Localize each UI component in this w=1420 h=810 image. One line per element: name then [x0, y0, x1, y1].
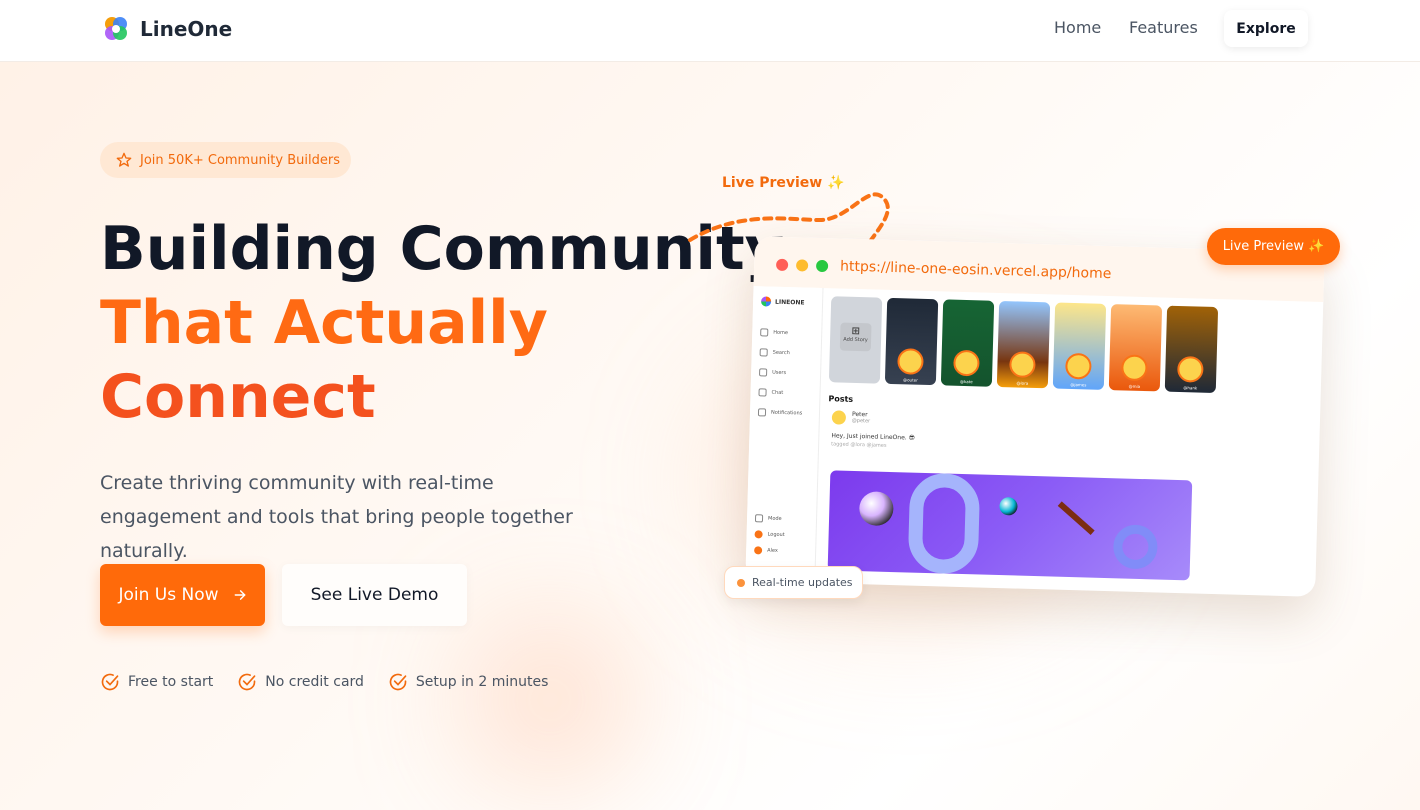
preview-sidebar: LINEONE Home Search Users Chat Notificat…: [745, 286, 824, 583]
browser-url: https://line-one-eosin.vercel.app/home: [839, 258, 1112, 283]
story-card: @mia: [1108, 304, 1163, 392]
avatar: [1177, 355, 1204, 383]
home-icon: [760, 328, 769, 337]
top-navbar: LineOne Home Features Explore: [0, 0, 1420, 62]
avatar: [1009, 351, 1036, 378]
arrow-right-icon: [234, 590, 245, 600]
preview-sidebar-item: Mode: [754, 514, 782, 523]
preview-logo: LINEONE: [760, 296, 805, 307]
live-preview-pill: Live Preview ✨: [1207, 228, 1340, 265]
check-circle-icon: [101, 673, 119, 691]
avatar: [1121, 354, 1148, 382]
nav-home-link[interactable]: Home: [1054, 18, 1101, 37]
add-story-card: ⊞ Add Story: [828, 296, 883, 384]
perk-label: Setup in 2 minutes: [415, 674, 549, 690]
preview-sidebar-item: Search: [759, 348, 790, 357]
star-icon: [116, 152, 132, 167]
app-preview-window[interactable]: https://line-one-eosin.vercel.app/home L…: [745, 236, 1325, 597]
preview-sidebar-item: Home: [760, 328, 788, 337]
users-icon: [759, 368, 768, 377]
badge-text: Join 50K+ Community Builders: [140, 152, 340, 168]
story-card: @james: [1052, 302, 1107, 390]
status-dot-icon: [737, 578, 745, 587]
close-dot-icon: [775, 258, 789, 272]
hero-title-line-3: Connect: [100, 362, 376, 432]
post-image: [827, 470, 1193, 581]
brand[interactable]: LineOne: [102, 15, 232, 43]
perk-item: No credit card: [237, 672, 364, 692]
live-preview-label: Live Preview ✨: [722, 175, 845, 191]
story-card: @lora: [996, 300, 1051, 389]
avatar: [953, 349, 980, 377]
mode-icon: [754, 514, 764, 523]
logout-icon: [754, 530, 763, 539]
see-live-demo-button[interactable]: See Live Demo: [282, 564, 467, 626]
preview-main: ⊞ Add Story @outer @kate @lora @james @mi…: [823, 288, 1321, 597]
bell-icon: [757, 408, 767, 417]
minimize-dot-icon: [795, 259, 809, 272]
story-card: @kate: [940, 299, 995, 387]
join-us-now-label: Join Us Now: [118, 585, 219, 605]
posts-heading: Posts: [828, 394, 854, 404]
preview-sidebar-item: Notifications: [757, 408, 803, 417]
perk-label: No credit card: [265, 674, 364, 690]
perk-item: Free to start: [100, 672, 213, 692]
perks-list: Free to start No credit card Setup in 2 …: [100, 672, 548, 692]
join-us-now-button[interactable]: Join Us Now: [100, 564, 265, 626]
lineone-logo-icon: [105, 17, 127, 40]
preview-stories: ⊞ Add Story @outer @kate @lora @james @mi…: [828, 296, 1219, 394]
preview-sidebar-item: Alex: [754, 546, 778, 555]
avatar: [754, 546, 763, 555]
realtime-label: Real-time updates: [752, 576, 853, 589]
avatar: [831, 410, 847, 425]
avatar: [897, 348, 924, 375]
community-badge: Join 50K+ Community Builders: [100, 142, 351, 178]
preview-sidebar-item: Users: [759, 368, 786, 377]
nav-features-link[interactable]: Features: [1129, 18, 1198, 37]
preview-app: LINEONE Home Search Users Chat Notificat…: [745, 286, 1323, 597]
maximize-dot-icon: [815, 259, 829, 273]
preview-sidebar-item: Logout: [754, 530, 785, 539]
perk-label: Free to start: [128, 674, 214, 690]
story-card: @hank: [1164, 305, 1219, 394]
preview-post: Peter @peter Hey, Just joined LineOne. 😎 …: [827, 410, 1202, 581]
hero-description: Create thriving community with real-time…: [100, 472, 573, 562]
search-icon: [759, 348, 768, 357]
preview-sidebar-item: Chat: [758, 388, 783, 397]
chat-icon: [758, 388, 767, 397]
story-card: @outer: [884, 297, 939, 386]
avatar: [1065, 352, 1092, 380]
post-author: Peter @peter: [831, 410, 1202, 434]
check-circle-icon: [389, 673, 407, 691]
brand-name: LineOne: [140, 17, 233, 41]
perk-item: Setup in 2 minutes: [388, 672, 548, 692]
plus-icon: ⊞ Add Story: [839, 322, 872, 352]
explore-button[interactable]: Explore: [1224, 10, 1308, 47]
check-circle-icon: [239, 673, 256, 691]
realtime-updates-pill: Real-time updates: [724, 566, 863, 599]
